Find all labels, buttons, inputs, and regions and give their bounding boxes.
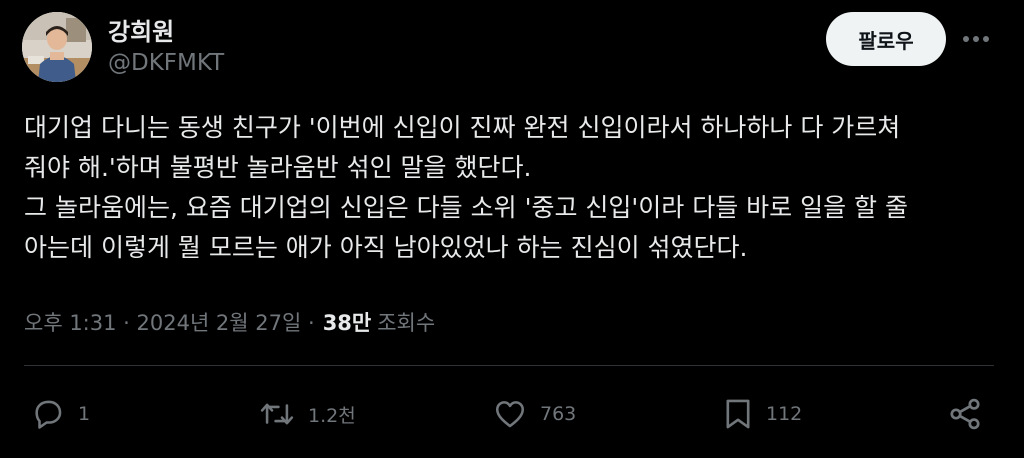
- tweet-text: 대기업 다니는 동생 친구가 '이번에 신입이 진짜 완전 신입이라서 하나하나…: [24, 108, 1004, 268]
- username-handle[interactable]: @DKFMKT: [108, 50, 224, 76]
- reply-button[interactable]: 1: [30, 396, 90, 432]
- retweet-button[interactable]: 1.2천: [258, 396, 356, 432]
- retweet-icon: [260, 403, 294, 425]
- heart-icon: [495, 401, 525, 428]
- avatar-photo: [22, 12, 92, 82]
- reply-count: 1: [78, 403, 91, 425]
- bookmark-icon: [726, 399, 750, 429]
- display-name[interactable]: 강희원: [108, 12, 174, 47]
- like-count: 763: [540, 403, 577, 425]
- views-count[interactable]: 38만: [323, 307, 372, 337]
- divider: [24, 365, 994, 366]
- bookmark-count: 112: [766, 403, 803, 425]
- tweet-meta: 오후 1:31 · 2024년 2월 27일 · 38만 조회수: [24, 307, 435, 337]
- views-label: 조회수: [377, 311, 436, 335]
- share-button[interactable]: [946, 396, 984, 432]
- more-options-button[interactable]: [956, 24, 996, 54]
- like-button[interactable]: 763: [492, 396, 576, 432]
- retweet-count: 1.2천: [308, 404, 356, 427]
- more-horizontal-icon: [963, 36, 989, 42]
- share-icon: [950, 398, 980, 430]
- tweet-text-line: 대기업 다니는 동생 친구가 '이번에 신입이 진짜 완전 신입이라서 하나하나…: [24, 113, 901, 142]
- timestamp[interactable]: 오후 1:31 · 2024년 2월 27일 ·: [24, 307, 315, 337]
- bookmark-button[interactable]: 112: [722, 396, 802, 432]
- reply-icon: [35, 400, 62, 429]
- avatar[interactable]: [22, 12, 92, 82]
- tweet-card: 강희원 @DKFMKT 팔로우 대기업 다니는 동생 친구가 '이번에 신입이 …: [0, 0, 1024, 458]
- tweet-text-line: 아는데 이렇게 뭘 모르는 애가 아직 남아있었나 하는 진심이 섞였단다.: [24, 233, 748, 262]
- follow-button[interactable]: 팔로우: [826, 12, 946, 66]
- tweet-text-line: 줘야 해.'하며 불평반 놀라움반 섞인 말을 했단다.: [24, 153, 532, 182]
- tweet-text-line: 그 놀라움에는, 요즘 대기업의 신입은 다들 소위 '중고 신입'이라 다들 …: [24, 193, 909, 222]
